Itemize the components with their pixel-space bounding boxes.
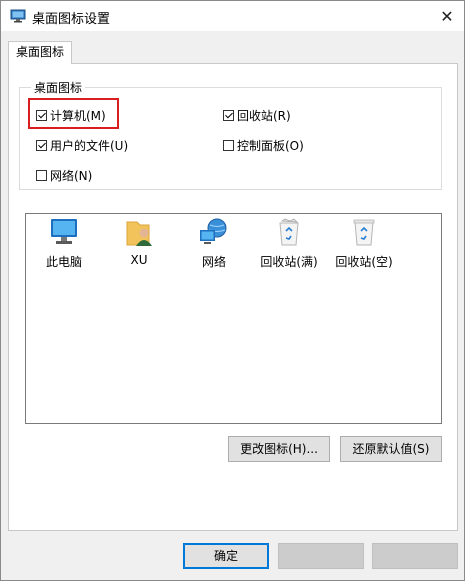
ok-button[interactable]: 确定 [183,543,269,569]
checkbox-label: 回收站(R) [237,109,291,123]
checkbox-box[interactable] [36,170,47,181]
cancel-button[interactable] [278,543,364,569]
change-icon-button[interactable]: 更改图标(H)... [228,436,330,462]
icon-label: 回收站(空) [335,255,393,269]
checkbox-recycle-bin[interactable]: 回收站(R) [223,107,291,124]
display-settings-icon [10,9,26,23]
icon-item-network[interactable]: 网络 [176,216,252,270]
close-button[interactable]: ✕ [434,4,460,28]
recycle-bin-full-icon [279,218,299,246]
checkbox-box[interactable] [36,110,47,121]
groupbox-legend: 桌面图标 [31,79,86,96]
icon-item-recycle-bin-empty[interactable]: 回收站(空) [326,216,402,270]
icon-label: XU [130,253,148,267]
checkbox-label: 用户的文件(U) [50,139,129,153]
desktop-icon-settings-dialog: 桌面图标设置 ✕ 桌面图标 桌面图标 计算机(M) 回收站(R) 用户的文件(U… [0,0,465,581]
restore-default-button[interactable]: 还原默认值(S) [340,436,442,462]
icon-item-this-pc[interactable]: 此电脑 [26,216,102,270]
checkbox-box[interactable] [223,140,234,151]
icon-label: 此电脑 [45,255,82,269]
icon-label: 回收站(满) [260,255,318,269]
apply-button[interactable] [372,543,458,569]
icon-item-recycle-bin-full[interactable]: 回收站(满) [251,216,327,270]
network-icon [200,218,227,244]
checkbox-computer[interactable]: 计算机(M) [36,107,106,124]
computer-icon [51,219,77,244]
checkbox-label: 计算机(M) [50,109,106,123]
checkbox-box[interactable] [223,110,234,121]
window-title: 桌面图标设置 [32,12,111,27]
icon-label: 网络 [201,255,226,269]
checkbox-user-files[interactable]: 用户的文件(U) [36,137,128,154]
close-icon: ✕ [440,6,454,26]
checkbox-box[interactable] [36,140,47,151]
recycle-bin-empty-icon [353,219,375,246]
user-folder-icon [126,221,152,246]
checkbox-label: 控制面板(O) [237,139,304,153]
checkbox-control-panel[interactable]: 控制面板(O) [223,137,304,154]
icon-item-user-files[interactable]: XU [101,216,177,267]
title-bar: 桌面图标设置 ✕ [1,1,464,31]
checkbox-label: 网络(N) [50,169,93,183]
checkbox-network[interactable]: 网络(N) [36,167,92,184]
tab-desktop-icons[interactable]: 桌面图标 [8,41,72,64]
